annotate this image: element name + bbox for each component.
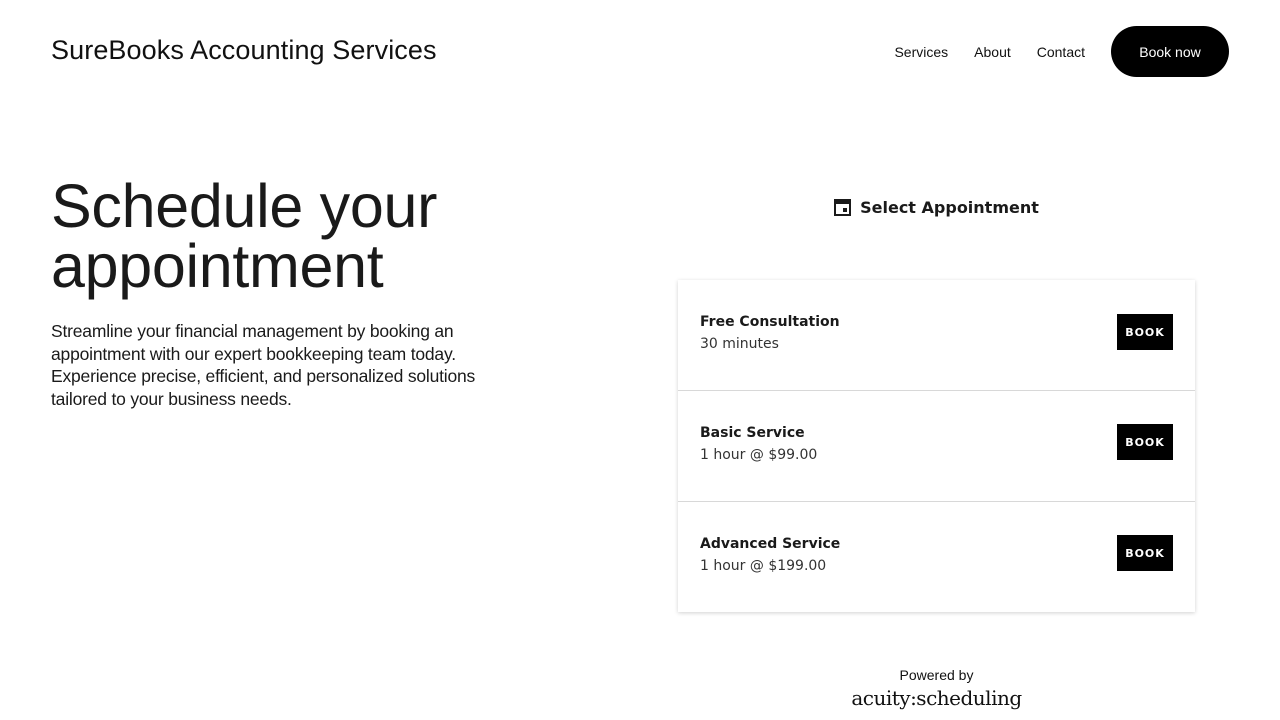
appointment-list: Free Consultation 30 minutes BOOK Basic … (678, 280, 1195, 612)
powered-by-label: Powered by (899, 667, 974, 683)
appointment-item-basic-service[interactable]: Basic Service 1 hour @ $99.00 BOOK (678, 390, 1195, 501)
appointment-name: Free Consultation (700, 314, 840, 330)
book-free-consultation-button[interactable]: BOOK (1117, 314, 1173, 350)
appointment-name: Basic Service (700, 425, 805, 441)
book-now-button[interactable]: Book now (1111, 26, 1229, 77)
page-description: Streamline your financial management by … (51, 321, 476, 410)
page-title: Schedule your appointment (51, 172, 438, 300)
appointment-detail: 1 hour @ $99.00 (700, 447, 818, 463)
appointment-name: Advanced Service (700, 536, 841, 552)
site-brand-link[interactable]: SureBooks Accounting Services (51, 33, 437, 67)
book-basic-service-button[interactable]: BOOK (1117, 424, 1173, 460)
appointment-detail: 1 hour @ $199.00 (700, 558, 827, 574)
nav-link-contact[interactable]: Contact (1037, 44, 1085, 60)
appointment-item-free-consultation[interactable]: Free Consultation 30 minutes BOOK (678, 280, 1195, 390)
nav-link-about[interactable]: About (974, 44, 1011, 60)
calendar-icon (834, 198, 852, 216)
book-advanced-service-button[interactable]: BOOK (1117, 535, 1173, 571)
appointment-item-advanced-service[interactable]: Advanced Service 1 hour @ $199.00 BOOK (678, 501, 1195, 612)
appointment-detail: 30 minutes (700, 336, 779, 352)
acuity-scheduling-logo[interactable]: acuity:scheduling (678, 686, 1195, 710)
select-appointment-label: Select Appointment (860, 197, 1039, 217)
select-appointment-heading: Select Appointment (678, 194, 1195, 220)
nav-link-services[interactable]: Services (894, 44, 948, 60)
site-header: SureBooks Accounting Services Services A… (0, 0, 1280, 100)
main-nav: Services About Contact Book now (894, 26, 1229, 77)
